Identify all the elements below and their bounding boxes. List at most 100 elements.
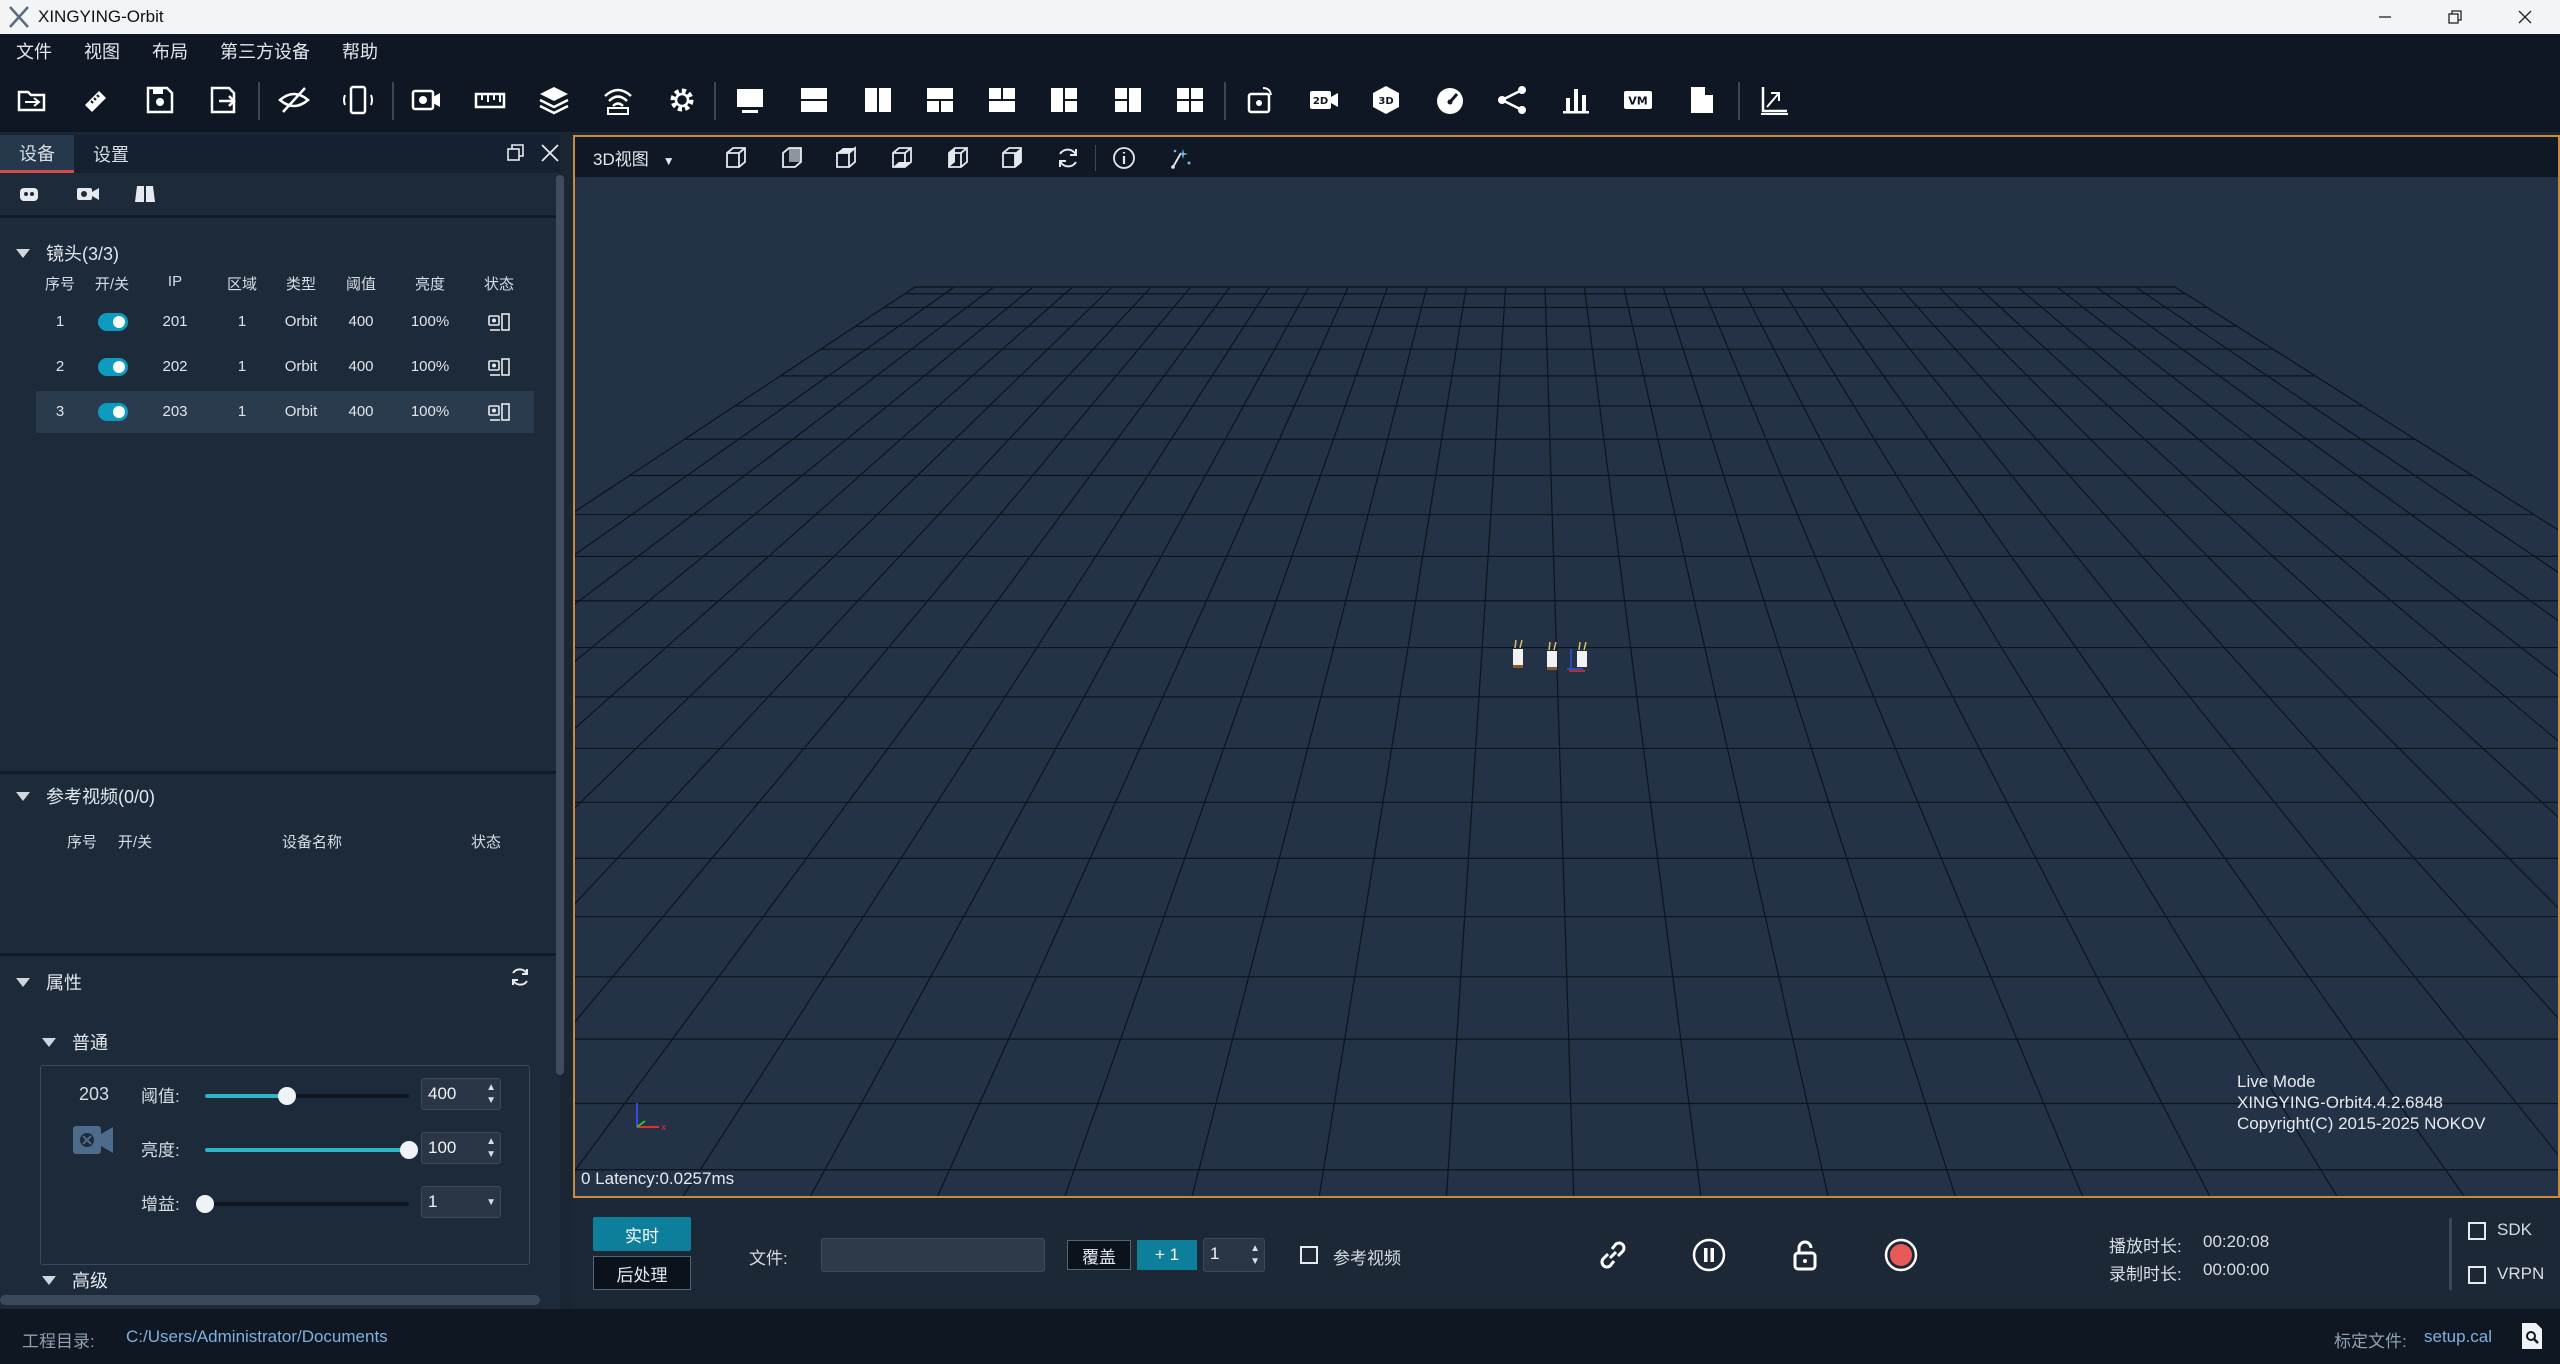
view-mode-select[interactable]: 3D视图 ▼ (593, 145, 675, 170)
postprocess-button[interactable]: 后处理 (593, 1256, 691, 1290)
camera-row[interactable]: 2 202 1 Orbit 400 100% (36, 346, 534, 388)
brightness-slider[interactable] (205, 1141, 418, 1159)
ref-video-section-header[interactable]: 参考视频(0/0) (16, 777, 155, 815)
increment-button[interactable]: + 1 (1137, 1240, 1197, 1270)
gain-select[interactable]: 1 ▼ (421, 1186, 501, 1218)
brightness-spinbox[interactable]: 100 ▲ ▼ (421, 1132, 501, 1164)
camera-status-icon[interactable] (488, 402, 510, 427)
graph-nodes-icon[interactable] (1494, 82, 1530, 118)
sdk-checkbox[interactable] (2468, 1222, 2486, 1240)
tab-devices[interactable]: 设备 (0, 135, 74, 173)
general-subsection-header[interactable]: 普通 (42, 1019, 108, 1065)
2d-camera-icon[interactable]: 2D (1306, 82, 1342, 118)
save-as-icon[interactable] (206, 82, 242, 118)
layout-two-v-icon[interactable] (860, 82, 896, 118)
3d-viewport[interactable]: 3D视图 ▼ x 0 Latency:0.0257ms Live Mode XIN… (573, 135, 2560, 1198)
counter-spinbox[interactable]: 1 ▲ ▼ (1203, 1238, 1265, 1272)
restore-button[interactable] (2420, 0, 2490, 34)
record-button-icon[interactable] (1881, 1235, 1921, 1275)
spin-down-icon[interactable]: ▼ (486, 1150, 496, 1160)
camera-icon[interactable] (408, 82, 444, 118)
document-icon[interactable] (1684, 82, 1720, 118)
info-icon[interactable] (1109, 143, 1139, 173)
axis-calibrate-icon[interactable] (1756, 82, 1792, 118)
gear-icon[interactable] (664, 82, 700, 118)
camera-toggle[interactable] (98, 358, 128, 376)
tab-settings[interactable]: 设置 (76, 135, 146, 173)
camera-toggle[interactable] (98, 403, 128, 421)
chevron-down-icon[interactable]: ▼ (663, 154, 675, 168)
layout-three-c-icon[interactable] (1046, 82, 1082, 118)
camera-status-icon[interactable] (488, 312, 510, 337)
file-search-icon[interactable] (2520, 1321, 2546, 1356)
menu-help[interactable]: 帮助 (326, 38, 394, 64)
close-panel-icon[interactable] (540, 143, 560, 168)
3d-view-icon[interactable]: 3D (1368, 82, 1404, 118)
open-folder-icon[interactable] (14, 82, 50, 118)
menu-view[interactable]: 视图 (68, 38, 136, 64)
spin-up-icon[interactable]: ▲ (486, 1137, 496, 1147)
spin-down-icon[interactable]: ▼ (486, 1096, 496, 1106)
camera-status-icon[interactable] (488, 357, 510, 382)
refresh-icon[interactable] (508, 965, 532, 994)
camera-row[interactable]: 3 203 1 Orbit 400 100% (36, 391, 534, 433)
gain-slider[interactable] (196, 1195, 409, 1213)
view-back-icon[interactable] (777, 143, 807, 173)
project-dir-path[interactable]: C:/Users/Administrator/Documents (126, 1327, 388, 1347)
file-input[interactable] (821, 1238, 1045, 1272)
gain-slider-knob[interactable] (196, 1195, 214, 1213)
measure-ruler-icon[interactable] (78, 82, 114, 118)
properties-section-header[interactable]: 属性 (16, 959, 82, 1005)
threshold-spinbox[interactable]: 400 ▲ ▼ (421, 1078, 501, 1110)
reset-view-icon[interactable] (1053, 143, 1083, 173)
menu-layout[interactable]: 布局 (136, 38, 204, 64)
layout-three-a-icon[interactable] (922, 82, 958, 118)
minimize-button[interactable] (2350, 0, 2420, 34)
layout-three-d-icon[interactable] (1110, 82, 1146, 118)
view-bottom-icon[interactable] (887, 143, 917, 173)
bar-chart-icon[interactable] (1558, 82, 1594, 118)
chevron-down-icon[interactable]: ▼ (486, 1198, 496, 1208)
layout-four-icon[interactable] (1172, 82, 1208, 118)
phone-sync-icon[interactable] (340, 82, 376, 118)
video-camera-icon[interactable] (76, 183, 100, 210)
threshold-slider[interactable] (205, 1087, 409, 1105)
robot-icon[interactable] (18, 183, 40, 210)
force-plate-icon[interactable] (134, 183, 156, 210)
unlock-icon[interactable] (1785, 1235, 1825, 1275)
float-panel-icon[interactable] (506, 143, 526, 168)
spin-up-icon[interactable]: ▲ (1250, 1244, 1260, 1254)
pause-icon[interactable] (1689, 1235, 1729, 1275)
view-right-icon[interactable] (997, 143, 1027, 173)
layout-three-b-icon[interactable] (984, 82, 1020, 118)
overwrite-button[interactable]: 覆盖 (1067, 1240, 1131, 1270)
brightness-slider-knob[interactable] (400, 1141, 418, 1159)
menu-third-party[interactable]: 第三方设备 (204, 38, 326, 64)
view-left-icon[interactable] (943, 143, 973, 173)
vrpn-checkbox[interactable] (2468, 1266, 2486, 1284)
close-window-button[interactable] (2490, 0, 2560, 34)
ruler-strip-icon[interactable] (472, 82, 508, 118)
spin-up-icon[interactable]: ▲ (486, 1083, 496, 1093)
vertical-scrollbar[interactable] (556, 175, 564, 1075)
layout-two-h-icon[interactable] (796, 82, 832, 118)
spin-down-icon[interactable]: ▼ (1250, 1257, 1260, 1267)
view-top-icon[interactable] (831, 143, 861, 173)
realtime-button[interactable]: 实时 (593, 1217, 691, 1251)
advanced-subsection-header[interactable]: 高级 (42, 1269, 108, 1291)
gauge-icon[interactable] (1432, 82, 1468, 118)
wireless-icon[interactable] (600, 82, 636, 118)
link-icon[interactable] (1593, 1235, 1633, 1275)
camera-row[interactable]: 1 201 1 Orbit 400 100% (36, 301, 534, 343)
hide-eye-icon[interactable] (276, 82, 312, 118)
rotate-view-icon[interactable] (1242, 82, 1278, 118)
layout-single-icon[interactable] (732, 82, 768, 118)
ref-video-checkbox[interactable] (1300, 1246, 1318, 1264)
view-front-icon[interactable] (721, 143, 751, 173)
menu-file[interactable]: 文件 (0, 38, 68, 64)
layers-icon[interactable] (536, 82, 572, 118)
sparkle-effects-icon[interactable] (1165, 143, 1195, 173)
camera-toggle[interactable] (98, 313, 128, 331)
threshold-slider-knob[interactable] (277, 1087, 296, 1105)
vm-icon[interactable]: VM (1620, 82, 1656, 118)
